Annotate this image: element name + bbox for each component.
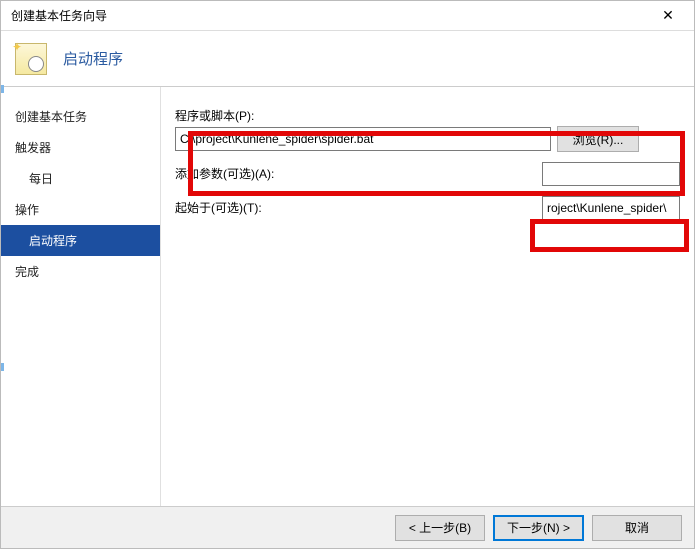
script-input[interactable] [175,127,551,151]
sidebar-item-trigger: 触发器 [1,132,160,163]
edge-mark [1,85,4,93]
startin-label: 起始于(可选)(T): [175,199,262,216]
sidebar-item-start-program: 启动程序 [1,225,160,256]
back-button[interactable]: < 上一步(B) [395,515,485,541]
page-heading: 启动程序 [63,48,123,69]
args-input[interactable] [542,162,680,186]
edge-mark [1,363,4,371]
args-label: 添加参数(可选)(A): [175,165,274,182]
sidebar-item-action: 操作 [1,194,160,225]
wizard-sidebar: 创建基本任务 触发器 每日 操作 启动程序 完成 [1,87,161,507]
next-button[interactable]: 下一步(N) > [493,515,584,541]
script-label: 程序或脚本(P): [175,107,680,124]
startin-input[interactable] [542,196,680,220]
window-title: 创建基本任务向导 [7,7,648,24]
sidebar-item-finish: 完成 [1,256,160,287]
browse-button[interactable]: 浏览(R)... [557,126,639,152]
close-icon[interactable]: ✕ [648,7,688,24]
sidebar-item-create-task: 创建基本任务 [1,101,160,132]
wizard-icon: ✦ [15,43,47,75]
sidebar-item-daily: 每日 [1,163,160,194]
cancel-button[interactable]: 取消 [592,515,682,541]
